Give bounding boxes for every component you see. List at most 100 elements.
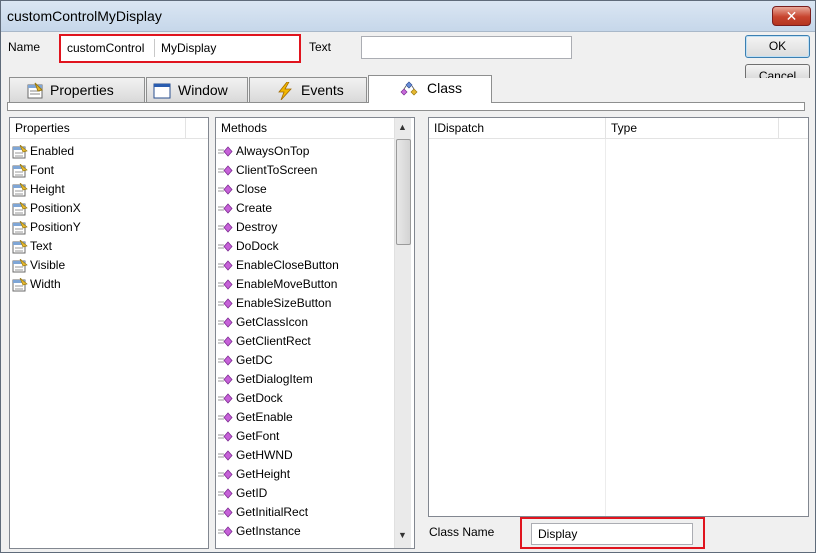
scroll-up-icon[interactable]: ▲ <box>398 122 407 132</box>
method-item[interactable]: DoDock <box>218 237 279 256</box>
property-item[interactable]: Font <box>12 161 54 180</box>
idispatch-column-header[interactable]: IDispatch <box>429 118 606 139</box>
methods-list[interactable]: Methods AlwaysOnTop ClientToScreen Close Cr… <box>215 117 415 549</box>
method-item[interactable]: AlwaysOnTop <box>218 142 309 161</box>
method-item[interactable]: GetClassIcon <box>218 313 308 332</box>
method-item[interactable]: GetDialogItem <box>218 370 313 389</box>
method-icon <box>218 203 233 214</box>
method-item[interactable]: Destroy <box>218 218 277 237</box>
properties-list[interactable]: Properties Enabled Font Height PositionX Pos… <box>9 117 209 549</box>
class-icon <box>400 81 418 96</box>
method-item[interactable]: Create <box>218 199 272 218</box>
method-icon <box>218 222 233 233</box>
properties-header: Properties <box>10 118 208 139</box>
method-icon <box>218 488 233 499</box>
idispatch-header: IDispatch Type <box>429 118 808 139</box>
method-item[interactable]: GetDC <box>218 351 273 370</box>
property-item[interactable]: Text <box>12 237 52 256</box>
method-item-label: EnableCloseButton <box>236 258 339 272</box>
method-item-label: GetDC <box>236 353 273 367</box>
method-icon <box>218 412 233 423</box>
method-icon <box>218 165 233 176</box>
method-icon <box>218 260 233 271</box>
property-item-label: Text <box>30 239 53 253</box>
method-item[interactable]: GetInstance <box>218 522 301 541</box>
type-column-header[interactable]: Type <box>606 118 779 139</box>
method-icon <box>218 393 233 404</box>
method-item[interactable]: GetHeight <box>218 465 290 484</box>
method-item[interactable]: EnableSizeButton <box>218 294 331 313</box>
property-icon <box>12 220 28 235</box>
method-item-label: GetDock <box>236 391 283 405</box>
methods-header: Methods <box>216 118 394 139</box>
method-item-label: GetInitialRect <box>236 505 309 519</box>
method-item[interactable]: ClientToScreen <box>218 161 317 180</box>
lightning-icon <box>278 82 292 100</box>
property-item[interactable]: Width <box>12 275 61 294</box>
name-input[interactable] <box>159 38 289 58</box>
property-icon <box>12 144 28 159</box>
method-item[interactable]: GetInitialRect <box>218 503 308 522</box>
property-item-label: Height <box>30 182 65 196</box>
title-bar[interactable]: customControlMyDisplay ✕ <box>1 1 815 32</box>
method-item-label: EnableMoveButton <box>236 277 338 291</box>
method-item-label: GetEnable <box>236 410 293 424</box>
properties-column-header[interactable]: Properties <box>10 118 186 139</box>
property-item[interactable]: Visible <box>12 256 65 275</box>
ok-button[interactable]: OK <box>745 35 810 58</box>
tab-window[interactable]: Window <box>146 77 248 102</box>
text-label: Text <box>309 40 332 54</box>
method-item[interactable]: GetHWND <box>218 446 293 465</box>
text-input[interactable] <box>361 36 572 59</box>
method-icon <box>218 431 233 442</box>
class-name-input[interactable] <box>531 523 693 545</box>
property-icon <box>12 277 28 292</box>
method-item[interactable]: EnableCloseButton <box>218 256 339 275</box>
method-item[interactable]: GetEnable <box>218 408 293 427</box>
method-item-label: GetHWND <box>236 448 293 462</box>
column-divider <box>605 139 606 516</box>
scroll-thumb[interactable] <box>396 139 411 245</box>
property-icon <box>12 163 28 178</box>
tab-panel-strip <box>7 102 805 111</box>
methods-column-header[interactable]: Methods <box>216 118 394 139</box>
method-icon <box>218 374 233 385</box>
method-item-label: DoDock <box>236 239 279 253</box>
tab-class[interactable]: Class <box>368 75 492 103</box>
cancel-button[interactable]: Cancel <box>745 64 810 78</box>
property-item[interactable]: Height <box>12 180 65 199</box>
method-item[interactable]: GetDock <box>218 389 283 408</box>
scroll-down-icon[interactable]: ▼ <box>398 530 407 540</box>
property-item-label: PositionX <box>30 201 81 215</box>
method-item-label: Close <box>236 182 267 196</box>
idispatch-list[interactable]: IDispatch Type <box>428 117 809 517</box>
method-item[interactable]: EnableMoveButton <box>218 275 337 294</box>
tab-properties[interactable]: Properties <box>9 77 145 102</box>
method-icon <box>218 526 233 537</box>
method-item[interactable]: GetFont <box>218 427 279 446</box>
method-icon <box>218 507 233 518</box>
method-item-label: GetID <box>236 486 268 500</box>
method-icon <box>218 146 233 157</box>
methods-scrollbar[interactable]: ▲ ▼ <box>394 118 411 548</box>
method-item[interactable]: Close <box>218 180 267 199</box>
close-button[interactable]: ✕ <box>772 6 811 26</box>
property-item[interactable]: Enabled <box>12 142 74 161</box>
tab-events[interactable]: Events <box>249 77 367 102</box>
tab-events-label: Events <box>301 82 344 98</box>
name-separator <box>154 39 155 57</box>
method-item-label: GetHeight <box>236 467 291 481</box>
method-item-label: GetInstance <box>236 524 301 538</box>
method-icon <box>218 279 233 290</box>
method-item[interactable]: GetClientRect <box>218 332 311 351</box>
tab-window-label: Window <box>178 82 228 98</box>
name-label: Name <box>8 40 41 54</box>
method-item-label: Destroy <box>236 220 278 234</box>
property-item[interactable]: PositionY <box>12 218 81 237</box>
method-icon <box>218 317 233 328</box>
property-item[interactable]: PositionX <box>12 199 81 218</box>
method-item[interactable]: GetID <box>218 484 267 503</box>
property-icon <box>12 239 28 254</box>
class-name-label: Class Name <box>429 525 495 539</box>
property-item-label: Enabled <box>30 144 75 158</box>
